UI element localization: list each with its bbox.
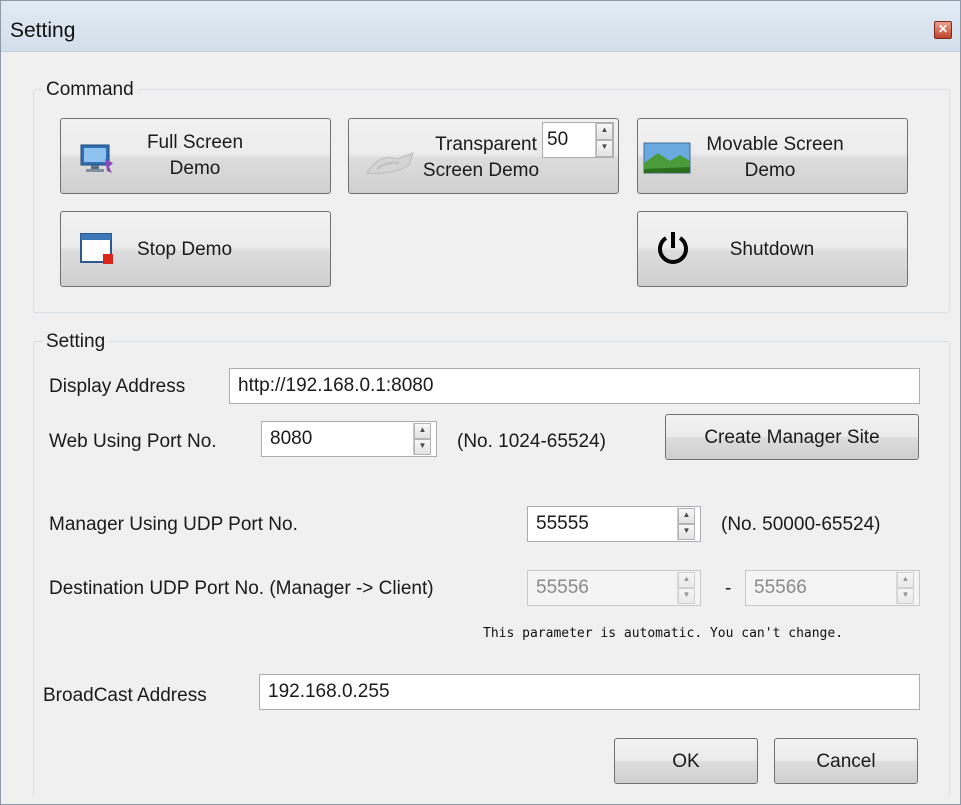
spin-up-icon[interactable]: ▲ [596,123,613,140]
web-port-range: (No. 1024-65524) [457,431,606,452]
cancel-label: Cancel [816,751,876,772]
dest-udp-separator: - [725,578,732,599]
opacity-spinner[interactable]: ▲ ▼ [595,123,613,157]
create-manager-site-button[interactable]: Create Manager Site [665,414,919,460]
dest-udp-to-input: 55566 [745,570,920,606]
landscape-icon [643,142,691,174]
web-port-input[interactable]: 8080 [261,421,437,457]
movable-screen-demo-button[interactable]: Movable Screen Demo [637,118,908,194]
stop-demo-button[interactable]: Stop Demo [60,211,331,287]
broadcast-address-input[interactable]: 192.168.0.255 [259,674,920,710]
movable-line1: Movable Screen [706,134,844,155]
create-manager-site-label: Create Manager Site [704,427,880,448]
setting-group-label: Setting [42,331,110,353]
display-address-label: Display Address [49,376,186,397]
transparent-icon [366,152,414,174]
close-icon[interactable]: ✕ [934,21,952,39]
spin-down-icon[interactable]: ▼ [678,524,695,540]
shutdown-button[interactable]: Shutdown [637,211,908,287]
manager-udp-range: (No. 50000-65524) [721,514,881,535]
full-screen-line1: Full Screen [146,132,244,153]
spin-up-icon: ▲ [897,572,914,588]
transparent-line2: Screen Demo [422,160,540,181]
spin-down-icon[interactable]: ▼ [596,140,613,157]
settings-dialog: Setting ✕ Command Full Screen Demo Trans… [0,0,961,805]
auto-parameter-note: This parameter is automatic. You can't c… [483,626,844,641]
cancel-button[interactable]: Cancel [774,738,918,784]
dest-udp-label: Destination UDP Port No. (Manager -> Cli… [49,578,434,599]
monitor-icon [80,144,113,173]
manager-udp-input[interactable]: 55555 [527,506,701,542]
spin-down-icon: ▼ [678,588,695,604]
spin-down-icon: ▼ [897,588,914,604]
window-stop-icon [80,233,113,264]
full-screen-line2: Demo [169,158,221,179]
setting-group [33,341,950,797]
broadcast-address-label: BroadCast Address [43,685,207,706]
spin-up-icon: ▲ [678,572,695,588]
movable-line2: Demo [744,160,796,181]
stop-demo-label: Stop Demo [137,239,233,260]
shutdown-label: Shutdown [729,239,815,260]
ok-button[interactable]: OK [614,738,758,784]
web-port-label: Web Using Port No. [49,431,217,452]
web-port-spinner[interactable]: ▲ ▼ [413,423,431,455]
full-screen-demo-button[interactable]: Full Screen Demo [60,118,331,194]
dest-udp-to-spinner: ▲ ▼ [896,572,914,604]
title-bar: Setting ✕ [1,1,960,52]
spin-up-icon[interactable]: ▲ [678,508,695,524]
spin-up-icon[interactable]: ▲ [414,423,431,439]
ok-label: OK [672,751,700,772]
manager-udp-spinner[interactable]: ▲ ▼ [677,508,695,540]
transparent-line1: Transparent [435,134,537,155]
manager-udp-label: Manager Using UDP Port No. [49,514,298,535]
dest-udp-from-spinner: ▲ ▼ [677,572,695,604]
power-icon [658,232,688,264]
dest-udp-from-input: 55556 [527,570,701,606]
window-title: Setting [10,19,76,42]
spin-down-icon[interactable]: ▼ [414,439,431,455]
display-address-input[interactable]: http://192.168.0.1:8080 [229,368,920,404]
command-group-label: Command [42,79,138,101]
